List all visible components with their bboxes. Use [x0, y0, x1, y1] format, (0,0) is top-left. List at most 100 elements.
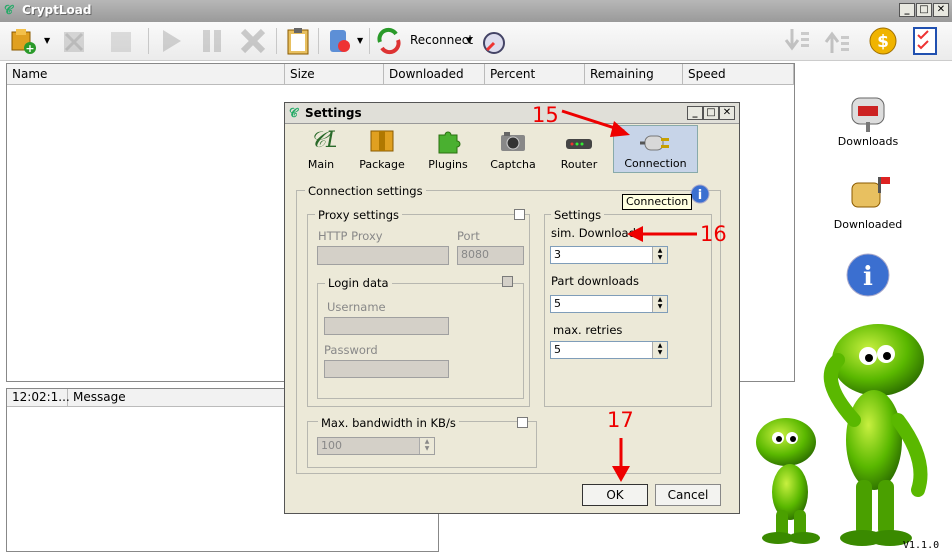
move-down-icon[interactable]: [782, 26, 812, 56]
mailbox-flag-icon: [851, 177, 890, 208]
column-header-size[interactable]: Size: [285, 64, 384, 84]
sidebar-item-downloaded[interactable]: Downloaded: [832, 175, 904, 231]
group-label: Proxy settings: [315, 208, 403, 222]
info-icon[interactable]: i: [689, 183, 711, 205]
maximize-button[interactable]: □: [916, 3, 932, 17]
dialog-close-button[interactable]: ✕: [719, 106, 735, 120]
tab-package[interactable]: Package: [351, 125, 413, 173]
stepper-arrows-icon[interactable]: ▲ ▼: [419, 438, 434, 454]
mailbox-icon: [851, 97, 885, 132]
port-label: Port: [457, 229, 480, 243]
move-up-icon[interactable]: [822, 26, 852, 56]
bandwidth-value: 100: [321, 439, 342, 452]
annotation-arrow-16-icon: [627, 226, 697, 242]
group-label: Settings: [551, 208, 605, 222]
tab-label: Main: [307, 158, 335, 171]
puzzle-icon: [438, 131, 461, 154]
tab-label: Router: [560, 158, 598, 171]
add-package-icon[interactable]: +: [8, 26, 38, 56]
annotation-arrow-15-icon: [561, 109, 630, 137]
reconnect-icon[interactable]: [374, 26, 404, 56]
donate-icon[interactable]: $: [868, 26, 898, 56]
stepper-arrows-icon[interactable]: ▲ ▼: [652, 247, 667, 263]
reconnect-label[interactable]: Reconnect: [410, 33, 473, 47]
proxy-enable-checkbox[interactable]: [514, 209, 525, 220]
toolbar-separator: [276, 28, 277, 54]
tab-plugins[interactable]: Plugins: [417, 125, 479, 173]
stepper-arrows-icon[interactable]: ▲ ▼: [652, 296, 667, 312]
toolbar-separator: [148, 28, 149, 54]
port-field[interactable]: 8080: [457, 246, 524, 265]
stopwatch-icon[interactable]: [478, 26, 508, 56]
annotation-arrow-17-icon: [612, 438, 630, 482]
play-icon[interactable]: [156, 26, 186, 56]
info-icon: i: [846, 253, 890, 297]
annotation-15: 15: [532, 103, 559, 127]
http-proxy-field[interactable]: [317, 246, 449, 265]
column-header-name[interactable]: Name: [7, 64, 285, 84]
app-logo-icon: 𝒞: [289, 106, 298, 120]
svg-text:i: i: [698, 188, 702, 203]
group-label: Max. bandwidth in KB/s: [318, 416, 459, 430]
plug-icon: [639, 135, 669, 151]
toolbar: + ▼ ▼ Reconnect ▼ $: [0, 22, 952, 61]
camera-icon: [501, 132, 525, 151]
password-label: Password: [324, 343, 378, 357]
username-label: Username: [327, 300, 386, 314]
column-header-remaining[interactable]: Remaining: [585, 64, 683, 84]
settings-dialog: 𝒞 Settings _ □ ✕ 𝒞L Main Package Plugins…: [284, 102, 740, 514]
container-icon[interactable]: [324, 26, 354, 56]
info-button[interactable]: i: [832, 252, 904, 305]
dialog-maximize-button[interactable]: □: [703, 106, 719, 120]
http-proxy-label: HTTP Proxy: [318, 229, 383, 243]
stepper-arrows-icon[interactable]: ▲ ▼: [652, 342, 667, 358]
column-header-time[interactable]: 12:02:1...: [7, 389, 70, 406]
password-field[interactable]: [324, 360, 449, 378]
version-label: V1.1.0: [903, 540, 940, 551]
clipboard-icon[interactable]: [283, 26, 313, 56]
green-mascot-image: [756, 324, 928, 546]
connection-tooltip: Connection: [622, 194, 693, 210]
tab-captcha[interactable]: Captcha: [482, 125, 544, 173]
remove-package-icon[interactable]: [60, 26, 90, 56]
package-icon[interactable]: [106, 26, 136, 56]
dropdown-arrow-icon[interactable]: ▼: [44, 36, 50, 45]
sim-downloads-stepper[interactable]: 3 ▲ ▼: [550, 246, 668, 264]
tab-main[interactable]: 𝒞L Main: [290, 125, 352, 173]
cryptload-logo-icon: 𝒞L: [310, 128, 341, 153]
bandwidth-stepper[interactable]: 100 ▲ ▼: [317, 437, 435, 455]
table-header: Name Size Downloaded Percent Remaining S…: [7, 64, 794, 85]
max-retries-stepper[interactable]: 5 ▲ ▼: [550, 341, 668, 359]
tab-label: Connection: [624, 157, 687, 170]
sidebar-item-downloads[interactable]: Downloads: [832, 92, 904, 148]
column-header-speed[interactable]: Speed: [683, 64, 794, 84]
bandwidth-enable-checkbox[interactable]: [517, 417, 528, 428]
column-header-downloaded[interactable]: Downloaded: [384, 64, 485, 84]
annotation-17: 17: [607, 408, 634, 432]
checklist-icon[interactable]: [910, 26, 940, 56]
svg-text:𝒞L: 𝒞L: [310, 128, 336, 153]
group-label: Connection settings: [305, 184, 426, 198]
login-enable-checkbox[interactable]: [502, 276, 513, 287]
cancel-button[interactable]: Cancel: [655, 484, 721, 506]
svg-text:i: i: [863, 262, 873, 292]
window-title: CryptLoad: [22, 3, 92, 17]
dropdown-arrow-icon[interactable]: ▼: [357, 36, 363, 45]
username-field[interactable]: [324, 317, 449, 335]
dropdown-arrow-icon[interactable]: ▼: [466, 36, 472, 45]
toolbar-separator: [318, 28, 319, 54]
stop-icon[interactable]: [238, 26, 268, 56]
tab-label: Plugins: [428, 158, 468, 171]
close-button[interactable]: ✕: [933, 3, 949, 17]
pause-icon[interactable]: [197, 26, 227, 56]
minimize-button[interactable]: _: [899, 3, 915, 17]
part-downloads-stepper[interactable]: 5 ▲ ▼: [550, 295, 668, 313]
column-header-percent[interactable]: Percent: [485, 64, 585, 84]
part-downloads-label: Part downloads: [551, 274, 639, 288]
dialog-minimize-button[interactable]: _: [687, 106, 703, 120]
package-box-icon: [370, 130, 394, 152]
sidebar-item-label: Downloads: [837, 135, 899, 148]
title-bar: 𝒞 CryptLoad _ □ ✕: [0, 0, 952, 22]
max-retries-label: max. retries: [553, 323, 623, 337]
ok-button[interactable]: OK: [582, 484, 648, 506]
